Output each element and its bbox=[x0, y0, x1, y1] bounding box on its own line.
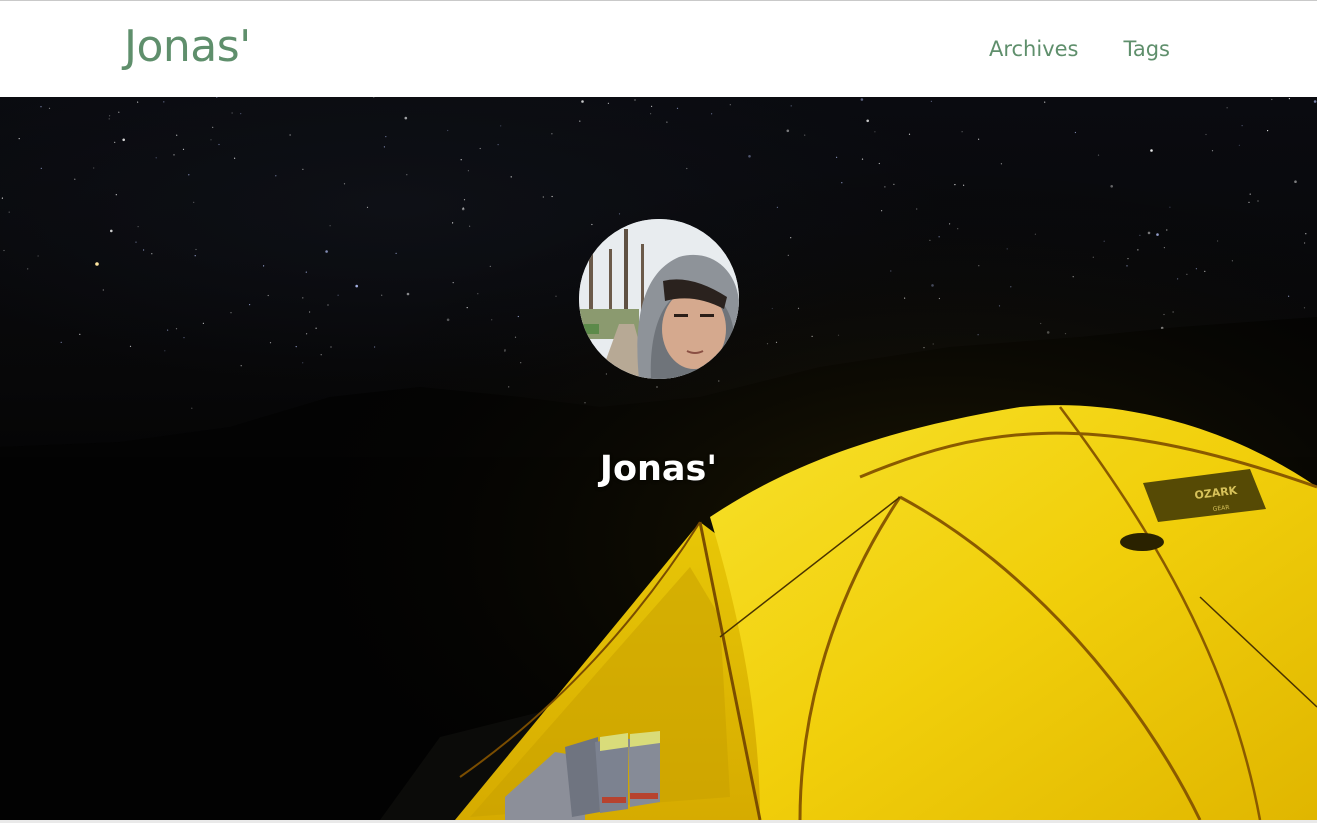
hero-banner: OZARK GEAR Jonas' bbox=[0, 97, 1317, 820]
site-header: Jonas' Archives Tags bbox=[0, 1, 1317, 97]
main-nav: Archives Tags bbox=[989, 33, 1170, 65]
hero-title: Jonas' bbox=[599, 449, 718, 489]
nav-archives-link[interactable]: Archives bbox=[989, 33, 1079, 65]
author-avatar bbox=[579, 219, 739, 379]
nav-tags-link[interactable]: Tags bbox=[1124, 33, 1171, 65]
site-brand-link[interactable]: Jonas' bbox=[124, 19, 251, 75]
